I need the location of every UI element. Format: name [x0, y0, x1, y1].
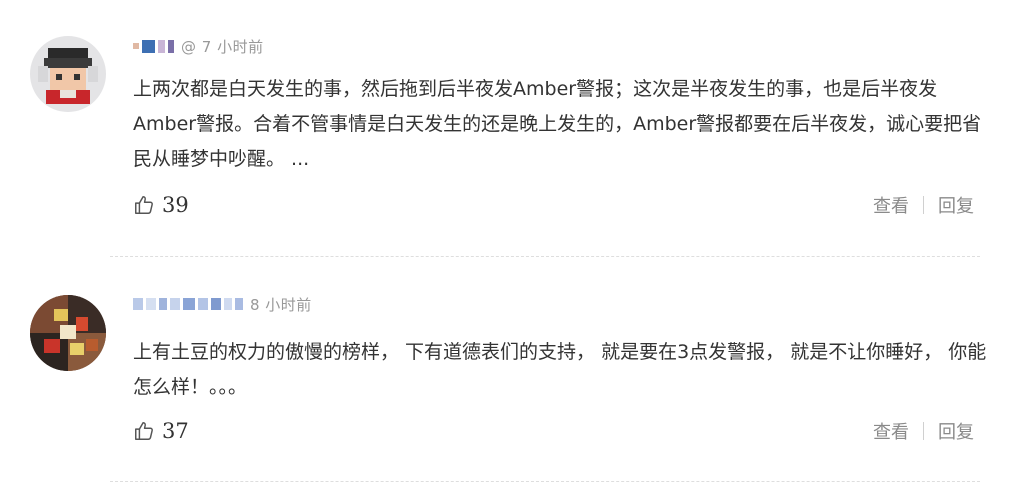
- username-obscured[interactable]: [133, 298, 246, 310]
- comment-timestamp: 8 小时前: [250, 295, 312, 314]
- comment-text: 上有土豆的权力的傲慢的榜样， 下有道德表们的支持， 就是要在3点发警报， 就是不…: [133, 341, 987, 398]
- avatar[interactable]: [30, 36, 106, 112]
- reply-button[interactable]: 回复: [938, 192, 974, 218]
- view-button[interactable]: 查看: [873, 192, 909, 218]
- view-button[interactable]: 查看: [873, 418, 909, 444]
- action-separator: [923, 196, 924, 214]
- username-obscured[interactable]: [133, 39, 177, 53]
- comment-item: @ 7 小时前 上两次都是白天发生的事，然后拖到后半夜发Amber警报；这次是半…: [0, 0, 1024, 257]
- reply-button[interactable]: 回复: [938, 418, 974, 444]
- comment-actions: 37 查看 回复: [133, 416, 974, 446]
- comment-actions: 39 查看 回复: [133, 190, 974, 220]
- action-separator: [923, 422, 924, 440]
- like-count: 37: [162, 419, 189, 443]
- comment-text: 上两次都是白天发生的事，然后拖到后半夜发Amber警报；这次是半夜发生的事，也是…: [133, 78, 982, 170]
- thumbs-up-icon: [135, 422, 153, 440]
- like-button[interactable]: 37: [133, 419, 189, 443]
- comment-links: 查看 回复: [873, 418, 974, 444]
- like-count: 39: [162, 193, 189, 217]
- like-button[interactable]: 39: [133, 193, 189, 217]
- thumbs-up-icon: [135, 196, 153, 214]
- comment-divider: [110, 481, 980, 482]
- comment-links: 查看 回复: [873, 192, 974, 218]
- comment-timestamp: @ 7 小时前: [181, 37, 264, 56]
- comment-meta: 8 小时前: [133, 292, 312, 316]
- comment-item: 8 小时前 上有土豆的权力的傲慢的榜样， 下有道德表们的支持， 就是要在3点发警…: [0, 257, 1024, 485]
- comment-meta: @ 7 小时前: [133, 34, 264, 58]
- avatar[interactable]: [30, 295, 106, 371]
